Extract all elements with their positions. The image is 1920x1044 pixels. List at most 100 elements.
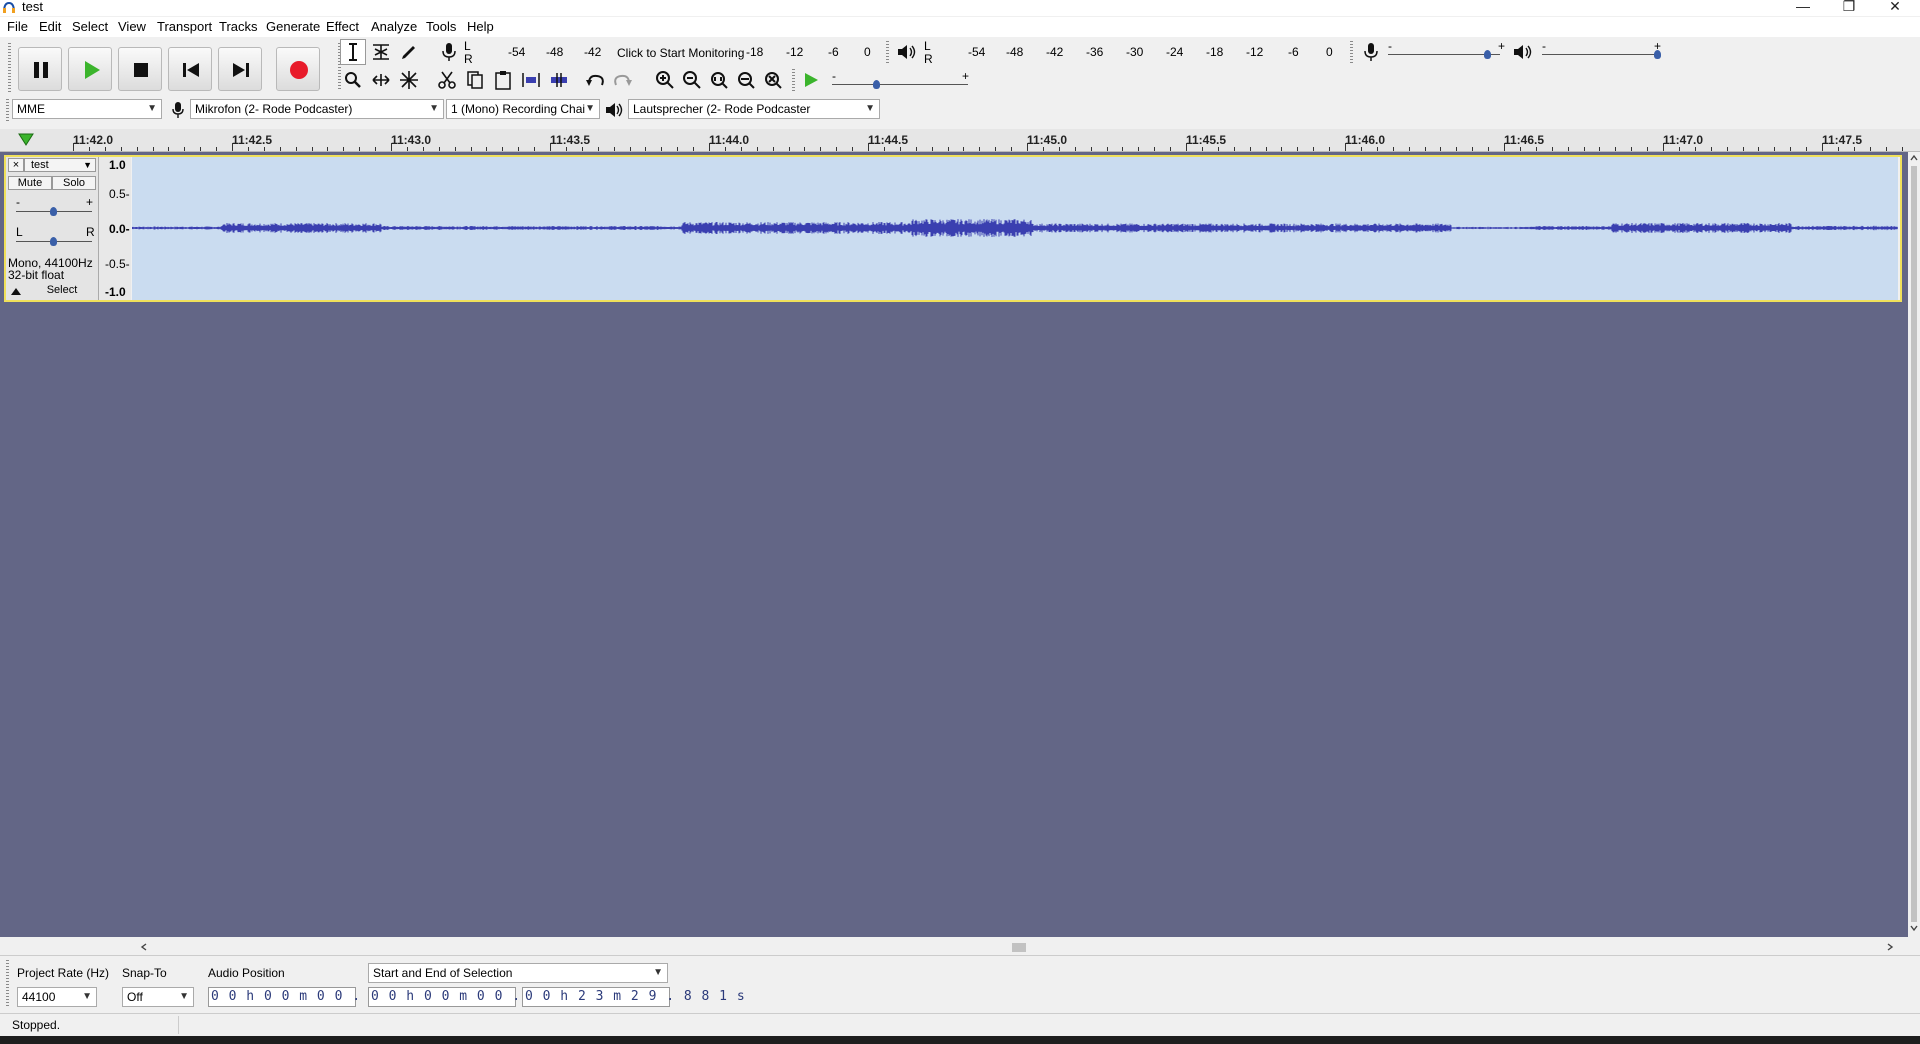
playback-meter-speaker[interactable]	[894, 39, 920, 65]
track-close-button[interactable]: ×	[8, 158, 24, 172]
fit-selection-button[interactable]	[706, 67, 732, 93]
trim-audio-button[interactable]	[518, 67, 544, 93]
selection-mode-select[interactable]: Start and End of Selection ▼	[368, 963, 668, 983]
collapse-track-icon[interactable]	[10, 286, 22, 296]
stop-button[interactable]	[118, 47, 162, 91]
select-label: Select	[46, 284, 78, 296]
audio-host-select[interactable]: MME ▼	[12, 99, 162, 119]
restore-button[interactable]: ❐	[1826, 0, 1872, 16]
pan-slider-thumb[interactable]	[50, 237, 57, 246]
menu-view[interactable]: View	[118, 20, 146, 34]
play-at-speed-button[interactable]	[798, 67, 824, 93]
ruler-tick	[534, 147, 536, 151]
playback-meter[interactable]: -54 -48 -42 -36 -30 -24 -18 -12 -6 0	[934, 41, 1344, 61]
pause-button[interactable]	[18, 47, 62, 91]
toolbar-grip[interactable]	[8, 43, 11, 93]
zoom-out-button[interactable]	[679, 67, 705, 93]
playback-volume-thumb[interactable]	[1654, 50, 1661, 59]
zoom-in-button[interactable]	[652, 67, 678, 93]
vertical-scrollbar[interactable]	[1908, 152, 1920, 937]
ruler-tick	[200, 147, 202, 151]
amplitude-scale[interactable]: 1.0 0.5- 0.0- -0.5- -1.0	[99, 157, 131, 300]
selection-end-field[interactable]: 0 0 h 2 3 m 2 9 . 8 8 1 s	[522, 987, 745, 1007]
menu-tracks[interactable]: Tracks	[219, 20, 258, 34]
input-device-select[interactable]: Mikrofon (2- Rode Podcaster) ▼	[190, 99, 444, 119]
zoom-tool[interactable]	[340, 67, 366, 93]
play-speed-thumb[interactable]	[873, 80, 880, 89]
track-name-menu[interactable]: test ▼	[24, 158, 96, 172]
toolbar-grip[interactable]	[792, 69, 795, 91]
record-button[interactable]	[276, 47, 320, 91]
redo-button[interactable]	[610, 67, 636, 93]
ruler-tick	[422, 147, 424, 151]
waveform-display[interactable]	[131, 157, 1898, 300]
recording-volume-thumb[interactable]	[1484, 50, 1491, 59]
menu-edit[interactable]: Edit	[39, 20, 61, 34]
play-icon	[85, 61, 100, 79]
scroll-right-icon[interactable]	[1886, 943, 1894, 951]
timeline-ruler[interactable]: 11:42.0 11:42.5 11:43.0 11:43.5 11:44.0 11:44…	[0, 129, 1920, 152]
scroll-left-icon[interactable]	[140, 943, 148, 951]
selection-start-field[interactable]: 0 0 h 0 0 m 0 0 . 0 0 0 s	[368, 987, 591, 1007]
mute-button[interactable]: Mute	[8, 176, 52, 190]
fit-project-button[interactable]	[733, 67, 759, 93]
menu-tools[interactable]: Tools	[426, 20, 456, 34]
project-rate-value: 44100	[22, 990, 56, 1004]
scroll-up-icon[interactable]	[1910, 154, 1918, 162]
track-select-button[interactable]: Select	[28, 284, 96, 298]
scroll-down-icon[interactable]	[1910, 924, 1918, 932]
toolbar-grip[interactable]	[1350, 41, 1353, 63]
meter-tick: -42	[584, 45, 602, 59]
time-shift-tool[interactable]	[368, 67, 394, 93]
project-rate-select[interactable]: 44100 ▼	[17, 987, 97, 1007]
undo-button[interactable]	[582, 67, 608, 93]
recording-meter[interactable]: -54 -48 -42 Click to Start Monitoring -1…	[474, 41, 880, 61]
ruler-tick	[120, 147, 122, 151]
ruler-tick	[1885, 147, 1887, 151]
cut-button[interactable]	[434, 67, 460, 93]
envelope-tool[interactable]	[368, 39, 394, 65]
playback-volume-slider[interactable]	[1542, 54, 1660, 55]
play-speed-slider[interactable]	[832, 84, 968, 85]
paste-button[interactable]	[490, 67, 516, 93]
selection-tool[interactable]	[340, 39, 366, 65]
ruler-tick	[597, 147, 599, 151]
start-monitoring-prompt[interactable]: Click to Start Monitoring	[617, 46, 744, 60]
close-window-button[interactable]: ✕	[1872, 0, 1918, 16]
input-channels-select[interactable]: 1 (Mono) Recording Chai ▼	[446, 99, 600, 119]
menu-select[interactable]: Select	[72, 20, 108, 34]
horizontal-scroll-thumb[interactable]	[1012, 943, 1026, 952]
toolbar-grip[interactable]	[6, 99, 9, 121]
undo-icon	[586, 74, 604, 86]
minimize-button[interactable]: —	[1780, 0, 1826, 16]
menu-generate[interactable]: Generate	[266, 20, 320, 34]
multi-tool[interactable]	[396, 67, 422, 93]
silence-audio-button[interactable]	[546, 67, 572, 93]
toolbar-grip[interactable]	[886, 41, 889, 63]
skip-to-end-button[interactable]	[218, 47, 262, 91]
horizontal-scrollbar[interactable]	[130, 940, 1908, 954]
menu-help[interactable]: Help	[467, 20, 494, 34]
pan-l-label: L	[16, 225, 23, 239]
solo-button[interactable]: Solo	[52, 176, 96, 190]
zoom-toggle-button[interactable]	[760, 67, 786, 93]
vertical-scroll-thumb[interactable]	[1911, 166, 1917, 922]
gain-slider-thumb[interactable]	[50, 207, 57, 216]
output-device-select[interactable]: Lautsprecher (2- Rode Podcaster ▼	[628, 99, 880, 119]
menu-transport[interactable]: Transport	[157, 20, 212, 34]
skip-to-start-button[interactable]	[168, 47, 212, 91]
record-meter-mic[interactable]	[436, 39, 462, 65]
snap-to-select[interactable]: Off ▼	[122, 987, 194, 1007]
draw-tool[interactable]	[396, 39, 422, 65]
menu-file[interactable]: File	[7, 20, 28, 34]
meter-tick: -42	[1046, 45, 1064, 59]
ruler-tick	[247, 147, 249, 151]
menu-analyze[interactable]: Analyze	[371, 20, 417, 34]
menu-effect[interactable]: Effect	[326, 20, 359, 34]
ruler-label: 11:45.0	[1027, 133, 1068, 147]
audio-position-field[interactable]: 0 0 h 0 0 m 0 0 . 0 0 0 s	[208, 987, 431, 1007]
status-text: Stopped.	[12, 1018, 61, 1032]
toolbar-grip[interactable]	[6, 960, 9, 1006]
copy-button[interactable]	[462, 67, 488, 93]
play-button[interactable]	[68, 47, 112, 91]
